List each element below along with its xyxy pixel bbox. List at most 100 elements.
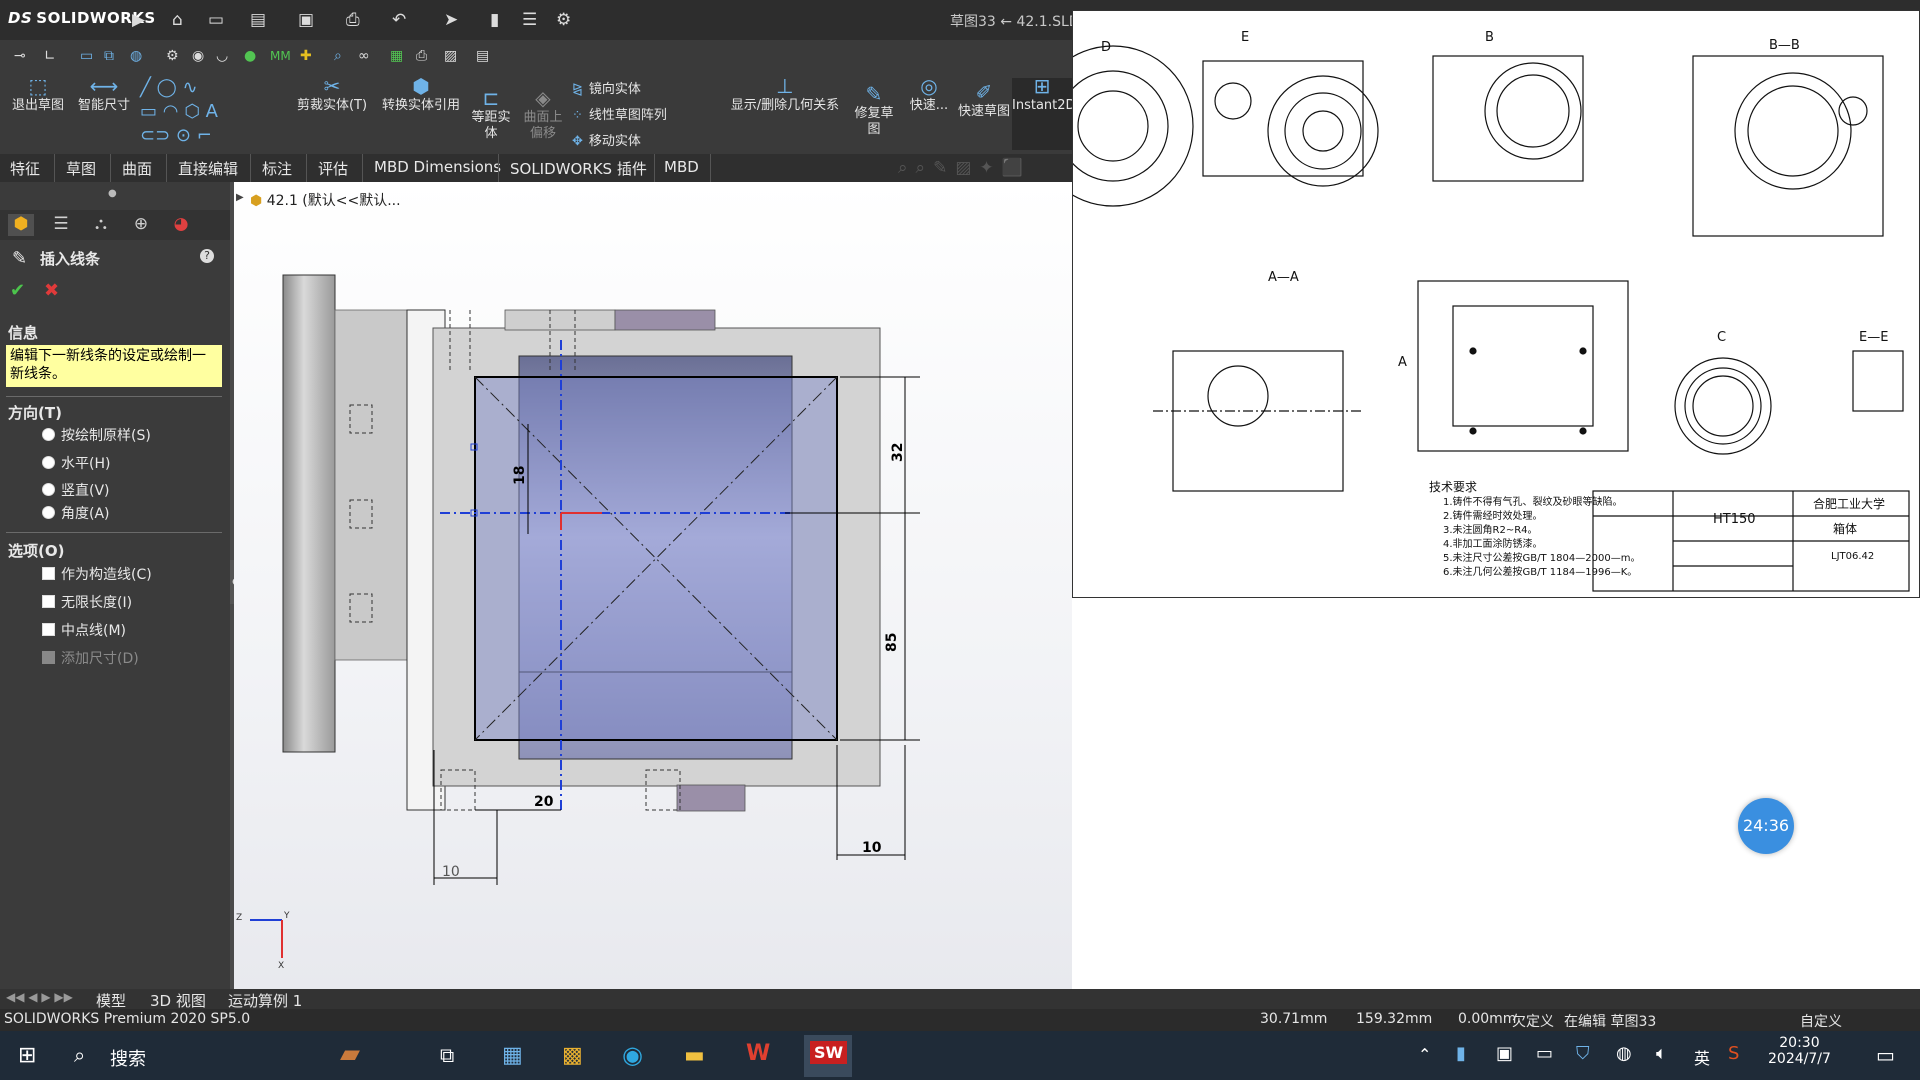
text-tool-icon[interactable]: A: [206, 101, 218, 122]
save-icon[interactable]: ▣: [298, 10, 314, 30]
trim-entities-button[interactable]: ✂ 剪裁实体(T): [292, 76, 372, 114]
sogou-ime-icon[interactable]: S: [1728, 1043, 1739, 1064]
section-view-icon[interactable]: ▨: [955, 158, 979, 178]
weather-widget-icon[interactable]: ▰: [340, 1039, 360, 1069]
help-button[interactable]: ?: [200, 249, 214, 263]
search-icon[interactable]: ⌕: [74, 1043, 85, 1067]
windows-start-icon[interactable]: ⊞: [18, 1043, 36, 1068]
spline-tool-icon[interactable]: ∿: [182, 77, 197, 98]
dim-10-left[interactable]: 10: [442, 864, 460, 880]
dim-32[interactable]: 32: [890, 443, 906, 462]
tab-surfaces[interactable]: 曲面: [122, 158, 152, 179]
undo-icon[interactable]: ↶: [392, 10, 406, 30]
dim-18[interactable]: 18: [512, 466, 528, 485]
print-icon[interactable]: ⎙: [346, 10, 360, 30]
repair-sketch-button[interactable]: ✎ 修复草图: [852, 84, 896, 138]
volume-icon[interactable]: 🔈︎: [1656, 1043, 1667, 1064]
clock[interactable]: 20:30 2024/7/7: [1768, 1035, 1831, 1067]
panel-grip-icon[interactable]: ●: [108, 188, 117, 199]
smart-dimension-button[interactable]: ⟷ 智能尺寸: [74, 76, 134, 114]
move-entities-button[interactable]: ✥ 移动实体: [572, 130, 641, 149]
offset-entities-button[interactable]: ⊏ 等距实体: [466, 88, 516, 142]
radio-angle[interactable]: 角度(A): [42, 503, 110, 523]
ok-check-button[interactable]: ✔: [10, 280, 25, 301]
store-icon[interactable]: ▩: [562, 1043, 583, 1068]
file-properties-icon[interactable]: ☰: [522, 10, 537, 30]
tool-icon-2[interactable]: ∟: [44, 46, 56, 66]
binoculars-icon[interactable]: ∞: [358, 46, 370, 66]
dimxpert-icon[interactable]: ⊕: [128, 214, 154, 236]
tool-icon-1[interactable]: ⊸: [14, 46, 26, 66]
tab-3d-view[interactable]: 3D 视图: [150, 990, 206, 1011]
document-icon[interactable]: ▤: [476, 46, 489, 66]
cancel-x-button[interactable]: ✖: [44, 280, 59, 301]
monitor-icon[interactable]: ▭: [80, 46, 93, 66]
zoom-to-fit-icon[interactable]: ⌕: [898, 158, 916, 178]
options-gear-icon[interactable]: ⚙: [556, 10, 571, 30]
dim-85[interactable]: 85: [884, 633, 900, 652]
dynamic-annotation-icon[interactable]: ✦: [979, 158, 1001, 178]
tab-direct-editing[interactable]: 直接编辑: [178, 158, 238, 179]
radio-as-sketched[interactable]: 按绘制原样(S): [42, 425, 151, 445]
tab-solidworks-addins[interactable]: SOLIDWORKS 插件: [510, 158, 647, 179]
calculator-icon[interactable]: ▦: [502, 1043, 523, 1068]
settings-icon[interactable]: ⚙: [166, 46, 179, 66]
recording-timer[interactable]: 24:36: [1738, 798, 1794, 854]
polygon-tool-icon[interactable]: ⬡: [184, 101, 200, 122]
edge-browser-icon[interactable]: ◉: [622, 1041, 643, 1069]
quick-snaps-button[interactable]: ◎ 快速...: [904, 76, 954, 114]
point-tool-icon[interactable]: ⊙: [176, 125, 191, 146]
select-arrow-icon[interactable]: ➤: [444, 10, 458, 30]
sketch-canvas[interactable]: 32 85 18 20 10 10 Z Y X: [234, 182, 1072, 989]
tray-expand-icon[interactable]: ⌃: [1418, 1045, 1431, 1064]
ime-indicator[interactable]: 英: [1694, 1045, 1710, 1069]
tray-app-icon[interactable]: ▮: [1456, 1043, 1466, 1064]
new-file-icon[interactable]: ▭: [208, 10, 224, 30]
configuration-manager-icon[interactable]: ⛬: [88, 214, 114, 236]
image-icon[interactable]: ▨: [444, 46, 457, 66]
sphere-icon[interactable]: ◉: [192, 46, 204, 66]
mm-icon[interactable]: MM: [270, 46, 291, 66]
options-header[interactable]: 选项(O): [8, 540, 64, 561]
tab-model[interactable]: 模型: [96, 990, 126, 1011]
find-icon[interactable]: ⌕: [334, 46, 342, 66]
tab-features[interactable]: 特征: [10, 158, 40, 179]
tray-display-icon[interactable]: ▣: [1496, 1043, 1513, 1064]
offset-on-surface-button[interactable]: ◈ 曲面上偏移: [518, 88, 568, 142]
rectangle-tool-icon[interactable]: ▭: [140, 101, 157, 122]
plus-icon[interactable]: ✚: [300, 46, 312, 66]
security-shield-icon[interactable]: ⛉: [1576, 1043, 1590, 1064]
arc-tool-icon[interactable]: ◠: [163, 101, 179, 122]
sketch-rectangle[interactable]: [474, 376, 838, 741]
line-tool-icon[interactable]: ╱: [140, 77, 151, 98]
file-explorer-icon[interactable]: ▬: [684, 1043, 705, 1068]
expand-menu-icon[interactable]: ▶: [132, 10, 145, 30]
convert-entities-button[interactable]: ⬢ 转换实体引用: [374, 76, 468, 114]
notification-icon[interactable]: ▭: [1876, 1043, 1895, 1067]
open-file-icon[interactable]: ▤: [250, 10, 266, 30]
tab-mbd-dimensions[interactable]: MBD Dimensions: [374, 158, 501, 176]
wps-office-icon[interactable]: W: [746, 1041, 770, 1066]
task-view-icon[interactable]: ⧉: [440, 1043, 454, 1067]
circle-tool-icon[interactable]: ◯: [157, 77, 177, 98]
mirror-entities-button[interactable]: ⧎ 镜向实体: [572, 78, 641, 97]
checkbox-midpoint-line[interactable]: 中点线(M): [42, 620, 126, 640]
green-circle-icon[interactable]: ●: [244, 46, 256, 66]
tab-mbd[interactable]: MBD: [664, 158, 699, 176]
tab-nav-arrows[interactable]: ◀◀ ◀ ▶ ▶▶: [6, 990, 73, 1004]
rapid-sketch-button[interactable]: ✐ 快速草图: [958, 82, 1010, 120]
exit-sketch-button[interactable]: ⬚ 退出草图: [8, 76, 68, 114]
feature-manager-icon[interactable]: ⬢: [8, 214, 34, 236]
zoom-area-icon[interactable]: ⌕: [916, 158, 934, 178]
tab-sketch[interactable]: 草图: [66, 158, 96, 179]
checkbox-add-dimensions[interactable]: 添加尺寸(D): [42, 648, 139, 668]
traffic-light-icon[interactable]: ▮: [490, 10, 499, 30]
previous-view-icon[interactable]: ✎: [933, 158, 955, 178]
view-orientation-icon[interactable]: ⬛: [1002, 158, 1031, 178]
checkbox-infinite-length[interactable]: 无限长度(I): [42, 592, 132, 612]
slot-tool-icon[interactable]: ⊂⊃: [140, 125, 170, 146]
dim-10-right[interactable]: 10: [862, 840, 882, 856]
dim-20[interactable]: 20: [534, 794, 554, 810]
linear-pattern-button[interactable]: ⁘ 线性草图阵列: [572, 104, 667, 123]
bowl-icon[interactable]: ◡: [216, 46, 228, 66]
